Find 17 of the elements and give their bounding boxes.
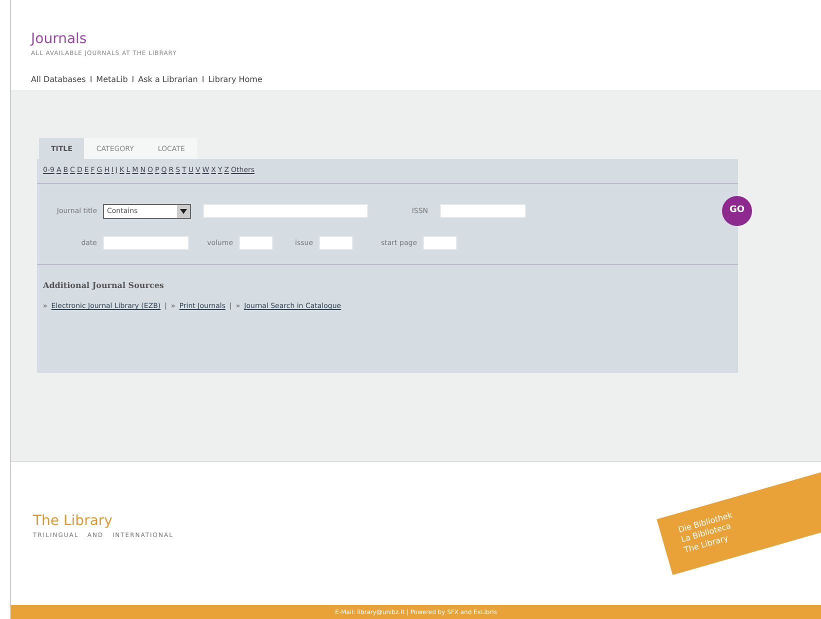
issn-input[interactable] bbox=[440, 204, 526, 218]
go-button[interactable]: GO bbox=[722, 196, 752, 226]
issue-input[interactable] bbox=[319, 236, 353, 250]
date-input[interactable] bbox=[103, 236, 189, 250]
volume-input[interactable] bbox=[239, 236, 273, 250]
page-title: Journals bbox=[31, 32, 88, 46]
separator: I bbox=[132, 74, 134, 86]
title-input[interactable] bbox=[203, 204, 368, 218]
nav-link[interactable]: All Databases bbox=[31, 74, 86, 86]
footer-title: The Library bbox=[33, 514, 112, 528]
section-heading: Additional Journal Sources bbox=[43, 279, 165, 291]
separator: I bbox=[202, 74, 204, 86]
start-page-input[interactable] bbox=[423, 236, 457, 250]
separator: I bbox=[90, 74, 92, 86]
nav-link[interactable]: MetaLib bbox=[96, 74, 128, 86]
nav-link[interactable]: Library Home bbox=[208, 74, 262, 86]
nav-link[interactable]: Ask a Librarian bbox=[138, 74, 198, 86]
